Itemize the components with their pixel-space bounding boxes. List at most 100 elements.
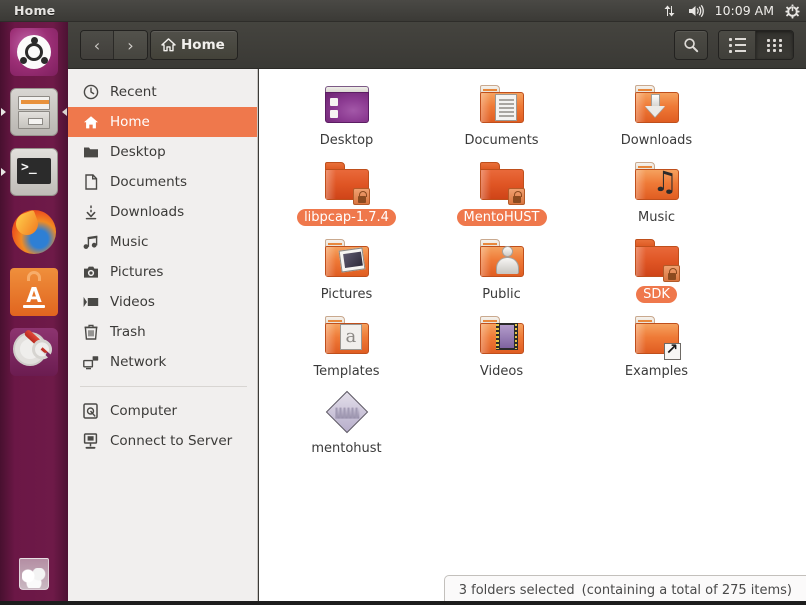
computer-icon (82, 403, 99, 420)
downloads-folder-icon (633, 81, 681, 129)
file-label: Videos (473, 363, 530, 380)
back-button[interactable]: ‹ (81, 31, 114, 59)
symlink-folder-icon (633, 312, 681, 360)
power-gear-icon[interactable] (785, 4, 800, 19)
sidebar-item-downloads[interactable]: Downloads (68, 197, 257, 227)
desktop-folder-icon (82, 144, 99, 161)
grid-view-icon (767, 39, 783, 52)
grid-view-button[interactable] (756, 31, 793, 59)
search-button[interactable] (674, 30, 708, 60)
public-folder-icon (478, 235, 526, 283)
sidebar-item-computer[interactable]: Computer (68, 396, 257, 426)
file-item[interactable]: Public (424, 231, 579, 308)
file-item[interactable]: Desktop (269, 77, 424, 154)
sidebar-item-videos[interactable]: Videos (68, 287, 257, 317)
sidebar-item-label: Desktop (110, 144, 166, 160)
navigation-buttons: ‹ › (80, 30, 148, 60)
file-item[interactable]: Examples (579, 308, 734, 385)
locked-folder-icon (633, 235, 681, 283)
patch-file-icon (323, 389, 371, 437)
file-item[interactable]: Pictures (269, 231, 424, 308)
ubuntu-logo-icon (10, 28, 58, 76)
video-icon (82, 294, 99, 311)
window-titlebar: Home 10:09 AM (0, 0, 806, 22)
running-indicator-left (1, 168, 6, 176)
home-icon (161, 38, 176, 52)
desktop-folder-icon (323, 81, 371, 129)
unity-launcher: >_ A (0, 22, 68, 605)
sidebar-item-label: Trash (110, 324, 146, 340)
launcher-item-ubuntu-software[interactable]: A (0, 262, 68, 322)
file-item[interactable]: Downloads (579, 77, 734, 154)
clock-icon (82, 84, 99, 101)
breadcrumb-home[interactable]: Home (150, 30, 238, 60)
window-title: Home (14, 3, 55, 18)
sidebar-item-pictures[interactable]: Pictures (68, 257, 257, 287)
sidebar-item-label: Music (110, 234, 148, 250)
trash-icon (12, 550, 56, 594)
list-view-button[interactable] (719, 31, 756, 59)
launcher-item-terminal[interactable]: >_ (0, 142, 68, 202)
sidebar-item-trash[interactable]: Trash (68, 317, 257, 347)
camera-icon (82, 264, 99, 281)
status-details: (containing a total of 275 items) (582, 583, 792, 598)
videos-folder-icon (478, 312, 526, 360)
clock[interactable]: 10:09 AM (715, 5, 774, 18)
sidebar-item-network[interactable]: Network (68, 347, 257, 377)
network-transfer-icon[interactable] (663, 4, 677, 18)
file-item[interactable]: SDK (579, 231, 734, 308)
file-label: Public (475, 286, 527, 303)
firefox-icon (10, 208, 58, 256)
launcher-item-system-settings[interactable] (0, 322, 68, 382)
sidebar-item-music[interactable]: Music (68, 227, 257, 257)
launcher-item-ubuntu-dash[interactable] (0, 22, 68, 82)
file-label: Examples (618, 363, 695, 380)
file-item[interactable]: ♫ Music (579, 154, 734, 231)
file-label: Music (631, 209, 682, 226)
launcher-item-trash[interactable] (0, 543, 68, 601)
symlink-arrow-icon (664, 343, 681, 360)
places-sidebar: Recent Home Desktop Documents Downloads (68, 69, 258, 605)
launcher-item-firefox[interactable] (0, 202, 68, 262)
sidebar-item-documents[interactable]: Documents (68, 167, 257, 197)
sidebar-item-desktop[interactable]: Desktop (68, 137, 257, 167)
lock-icon (353, 188, 370, 205)
file-item[interactable]: libpcap-1.7.4 (269, 154, 424, 231)
file-item[interactable]: mentohust (269, 385, 424, 462)
volume-icon[interactable] (688, 4, 704, 18)
breadcrumb-label: Home (181, 37, 225, 53)
server-icon (82, 433, 99, 450)
trash-icon (82, 324, 99, 341)
sidebar-item-home[interactable]: Home (68, 107, 257, 137)
sidebar-item-label: Computer (110, 403, 177, 419)
sidebar-item-label: Network (110, 354, 166, 370)
sidebar-item-connect-to-server[interactable]: Connect to Server (68, 426, 257, 456)
file-grid-area[interactable]: Desktop Documents Downloads (259, 69, 806, 605)
window-bottom-edge (0, 601, 806, 605)
music-folder-icon: ♫ (633, 158, 681, 206)
download-icon (82, 204, 99, 221)
sidebar-divider (80, 386, 247, 387)
locked-folder-icon (323, 158, 371, 206)
pictures-folder-icon (323, 235, 371, 283)
file-manager-icon (10, 88, 58, 136)
sidebar-item-label: Videos (110, 294, 155, 310)
terminal-icon: >_ (10, 148, 58, 196)
file-item[interactable]: Documents (424, 77, 579, 154)
launcher-item-files[interactable] (0, 82, 68, 142)
file-label: Documents (457, 132, 545, 149)
launcher-items: >_ A (0, 22, 68, 382)
file-item[interactable]: Templates (269, 308, 424, 385)
lock-icon (663, 265, 680, 282)
file-item[interactable]: MentoHUST (424, 154, 579, 231)
forward-button[interactable]: › (114, 31, 147, 59)
file-label: MentoHUST (457, 209, 547, 226)
home-icon (82, 114, 99, 131)
file-label: Pictures (314, 286, 379, 303)
system-settings-icon (10, 328, 58, 376)
sidebar-item-recent[interactable]: Recent (68, 77, 257, 107)
sidebar-item-label: Documents (110, 174, 187, 190)
file-label: Desktop (313, 132, 381, 149)
templates-folder-icon (323, 312, 371, 360)
file-item[interactable]: Videos (424, 308, 579, 385)
